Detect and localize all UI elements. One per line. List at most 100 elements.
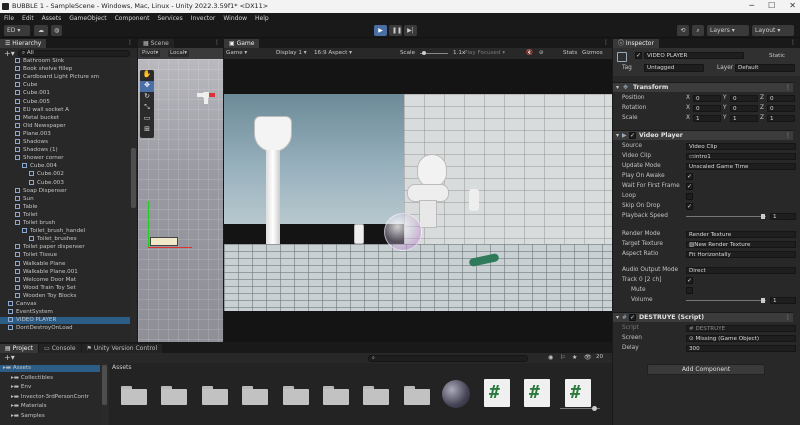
skip-on-drop-checkbox[interactable]: ✓ (686, 203, 693, 210)
game-menu-icon[interactable]: ⋮ (603, 39, 609, 46)
hierarchy-item[interactable]: Toilet_brush_handel (0, 228, 130, 235)
gizmos-button[interactable]: Gizmos (582, 48, 603, 59)
history-icon[interactable]: ⟲ (677, 25, 689, 36)
pause-button[interactable]: ❚❚ (389, 25, 402, 36)
project-tree-item[interactable]: ▸▬ Collectibles (0, 375, 100, 382)
add-component-button[interactable]: Add Component (647, 364, 765, 375)
cloud-icon[interactable]: ☁ (34, 25, 48, 36)
playback-speed-value[interactable]: 1 (770, 213, 796, 220)
maximize-button[interactable]: ☐ (768, 1, 775, 10)
hierarchy-item[interactable]: Wooden Toy Blocks (0, 292, 130, 300)
move-tool-icon[interactable]: ✥ (140, 81, 154, 92)
inspector-menu-icon[interactable]: ⋮ (790, 39, 796, 46)
hierarchy-item[interactable]: Cube.005 (0, 98, 130, 106)
hierarchy-item[interactable]: Cube.001 (0, 90, 130, 97)
hierarchy-item[interactable]: Cube (0, 82, 130, 89)
destruye-menu-icon[interactable]: ⋮ (785, 314, 791, 321)
tab-project[interactable]: ▤ Project (0, 344, 39, 353)
project-tree-scrollbar[interactable] (101, 363, 108, 425)
hierarchy-item[interactable]: Walkable Plane (0, 260, 130, 268)
step-button[interactable]: ▶| (404, 25, 417, 36)
menu-gameobject[interactable]: GameObject (69, 15, 106, 22)
object-active-checkbox[interactable]: ✓ (635, 52, 642, 59)
menu-window[interactable]: Window (223, 15, 247, 22)
stats-button[interactable]: Stats (563, 48, 577, 59)
layout-dropdown[interactable]: Layout ▾ (752, 25, 794, 36)
source-dropdown[interactable]: Video Clip (686, 143, 796, 150)
hierarchy-item[interactable]: Toilet paper dispenser (0, 244, 130, 251)
hierarchy-item[interactable]: Cube.002 (0, 171, 130, 178)
menu-edit[interactable]: Edit (22, 15, 34, 22)
audio-output-dropdown[interactable]: Direct (686, 267, 796, 274)
transform-y-field[interactable]: 0 (730, 105, 758, 112)
hierarchy-item[interactable]: Old Newspaper (0, 122, 130, 130)
hierarchy-search-input[interactable]: ⌕ All (18, 50, 130, 57)
tag-dropdown[interactable]: Untagged (644, 64, 704, 72)
play-focused-dropdown[interactable]: Play Focused ▾ (464, 48, 505, 59)
menu-file[interactable]: File (4, 15, 14, 22)
tab-game[interactable]: ▣ Game (224, 39, 260, 48)
target-texture-field[interactable]: ▧New Render Texture (686, 241, 796, 248)
hierarchy-item[interactable]: EU wall socket A (0, 106, 130, 114)
folder-item[interactable] (242, 386, 268, 405)
transform-tool-icon[interactable]: ⊞ (140, 125, 154, 136)
transform-x-field[interactable]: 0 (693, 105, 721, 112)
pivot-toggle[interactable]: Pivot▾ (140, 50, 161, 57)
hierarchy-item[interactable]: Metal bucket (0, 114, 130, 122)
tab-scene[interactable]: ▦ Scene (138, 39, 174, 48)
local-toggle[interactable]: Local▾ (168, 50, 190, 57)
hierarchy-item[interactable]: Shadows (1) (0, 147, 130, 154)
folder-item[interactable] (121, 386, 147, 405)
menu-component[interactable]: Component (115, 15, 150, 22)
project-tree-item[interactable]: ▸▬ Assets (0, 365, 100, 372)
search-icon[interactable]: ⌕ (692, 25, 704, 36)
hierarchy-item[interactable]: Table (0, 203, 130, 211)
menu-help[interactable]: Help (255, 15, 269, 22)
video-player-menu-icon[interactable]: ⋮ (785, 132, 791, 139)
favorite-icon[interactable]: ★ (572, 354, 577, 361)
visibility-icon[interactable]: 👁 (584, 354, 592, 361)
menu-assets[interactable]: Assets (42, 15, 62, 22)
hierarchy-item[interactable]: Cardboard Light Picture sm (0, 74, 130, 81)
transform-y-field[interactable]: 0 (730, 95, 758, 102)
playback-speed-slider[interactable] (686, 216, 766, 217)
tab-version-control[interactable]: ⚑ Unity Version Control (81, 344, 163, 353)
project-tree-item[interactable]: ▸▬ Env (0, 384, 100, 391)
hierarchy-item[interactable]: EventSystem (0, 309, 130, 316)
folder-item[interactable] (202, 386, 228, 405)
scale-slider-thumb[interactable] (422, 51, 426, 55)
script-item[interactable]: # (565, 379, 591, 407)
hierarchy-scrollbar[interactable] (130, 58, 137, 342)
transform-z-field[interactable]: 0 (767, 95, 795, 102)
hierarchy-item[interactable]: Sun (0, 195, 130, 203)
scene-canvas[interactable]: ✋ ✥ ↻ ⤡ ▭ ⊞ (138, 59, 223, 342)
hierarchy-item[interactable]: Toilet Tissue (0, 252, 130, 259)
delay-field[interactable]: 300 (686, 345, 796, 352)
volume-value[interactable]: 1 (770, 297, 796, 304)
collab-icon[interactable]: ◍ (51, 25, 62, 36)
hierarchy-item[interactable]: Toilet brush (0, 220, 130, 227)
add-object-button[interactable]: +▾ (4, 49, 15, 58)
play-button[interactable]: ▶ (374, 25, 387, 36)
account-button[interactable]: ED ▾ (4, 25, 30, 36)
transform-menu-icon[interactable]: ⋮ (785, 84, 791, 91)
video-player-header[interactable]: ▾ ▶ ✓ Video Player ⋮ (613, 130, 793, 140)
hierarchy-item[interactable]: DontDestroyOnLoad (0, 325, 130, 332)
rect-tool-icon[interactable]: ▭ (140, 114, 154, 125)
minimize-button[interactable]: ─ (749, 1, 754, 10)
transform-header[interactable]: ▾ ✥ Transform ⋮ (613, 82, 793, 92)
hierarchy-item[interactable]: Toilet_brushes (0, 236, 130, 243)
hierarchy-item[interactable]: Canvas (0, 301, 130, 308)
vsync-icon[interactable]: ⊘ (539, 48, 544, 59)
hierarchy-item[interactable]: Book shelve fillep (0, 66, 130, 73)
hierarchy-item[interactable]: Plane.003 (0, 130, 130, 138)
tab-inspector[interactable]: ⓘ Inspector (613, 39, 659, 48)
transform-x-field[interactable]: 0 (693, 95, 721, 102)
hierarchy-item[interactable]: VIDEO PLAYER (0, 317, 130, 325)
hierarchy-item[interactable]: Welcome Door Mat (0, 276, 130, 284)
hierarchy-item[interactable]: Shadows (0, 139, 130, 146)
project-tree-item[interactable]: ▸▬ Materials (0, 403, 100, 410)
play-on-awake-checkbox[interactable]: ✓ (686, 173, 693, 180)
x-axis-handle[interactable] (148, 247, 192, 248)
object-name-field[interactable]: VIDEO PLAYER (644, 52, 744, 59)
